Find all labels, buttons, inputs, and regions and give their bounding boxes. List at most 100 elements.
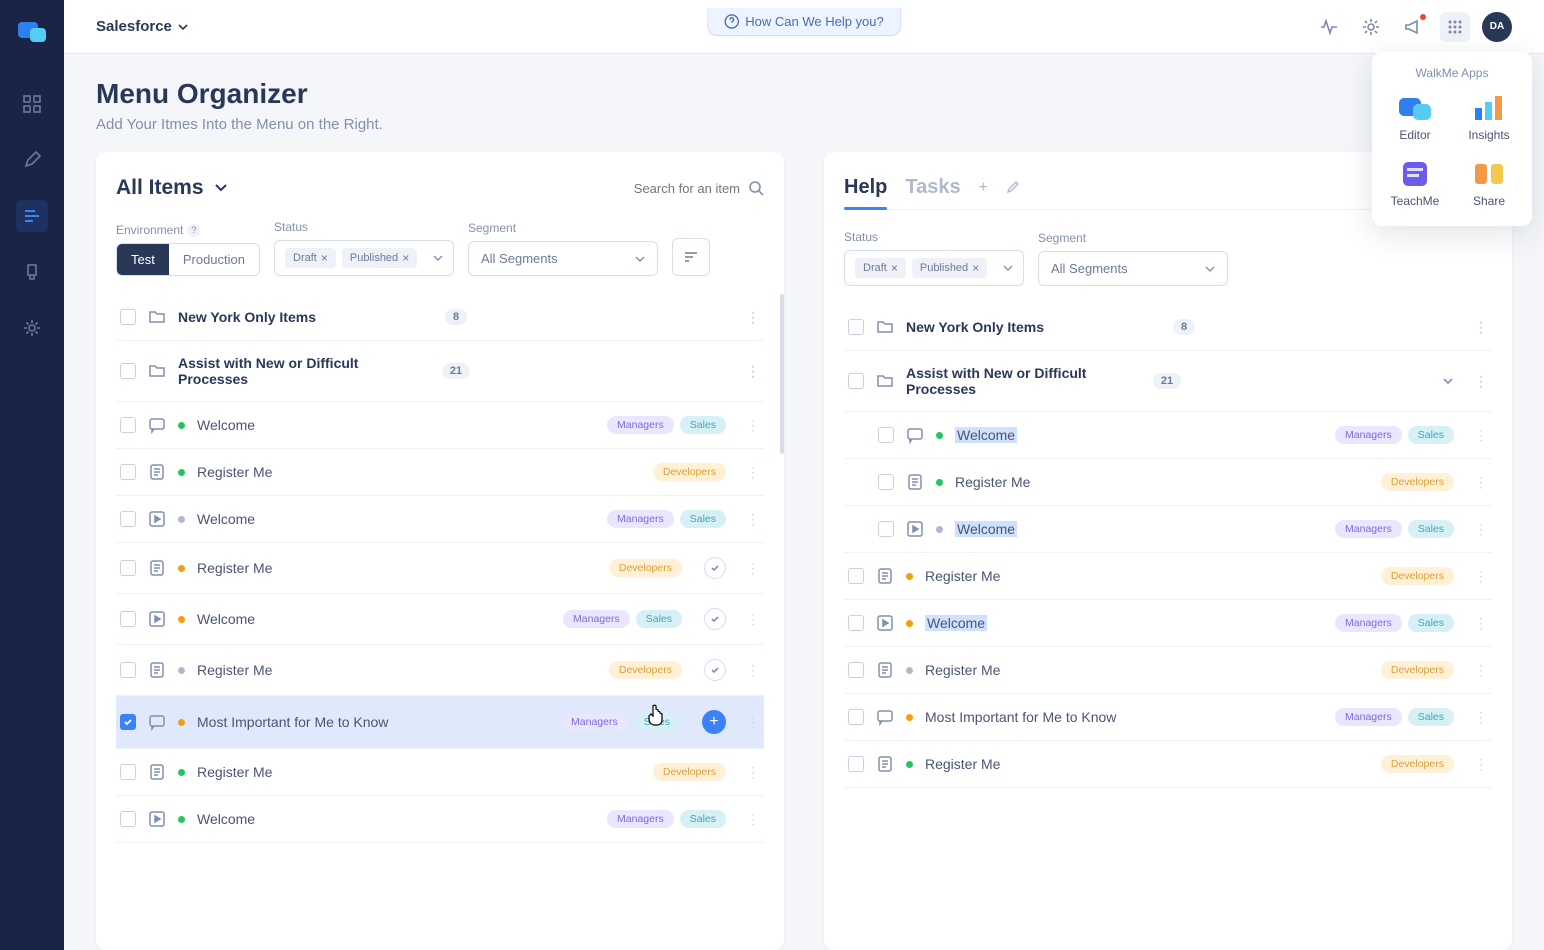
drag-handle-icon[interactable]: ⋮ — [1474, 373, 1488, 390]
apps-grid-icon[interactable] — [1440, 12, 1470, 42]
r-segment-select[interactable]: All Segments — [1038, 251, 1228, 286]
tab-add-button[interactable]: + — [979, 179, 988, 207]
folder-row[interactable]: New York Only Items8⋮ — [116, 294, 764, 341]
checkbox[interactable] — [848, 373, 864, 389]
list-item[interactable]: WelcomeManagersSales⋮ — [116, 594, 764, 645]
drag-handle-icon[interactable]: ⋮ — [746, 714, 760, 731]
gear-icon[interactable] — [1356, 12, 1386, 42]
app-selector[interactable]: Salesforce — [96, 18, 188, 35]
checkbox[interactable] — [120, 714, 136, 730]
folder-row[interactable]: Assist with New or Difficult Processes21… — [116, 341, 764, 402]
list-item[interactable]: Register MeDevelopers⋮ — [844, 647, 1492, 694]
checkbox[interactable] — [878, 427, 894, 443]
drag-handle-icon[interactable]: ⋮ — [746, 511, 760, 528]
check-circle-icon[interactable] — [704, 659, 726, 681]
status-pill-published[interactable]: Published× — [342, 248, 417, 268]
folder-row[interactable]: Assist with New or Difficult Processes21… — [844, 351, 1492, 412]
checkbox[interactable] — [848, 709, 864, 725]
scrollbar[interactable] — [780, 294, 784, 454]
checkbox[interactable] — [120, 611, 136, 627]
checkbox[interactable] — [120, 811, 136, 827]
checkbox[interactable] — [120, 363, 136, 379]
tab-edit-icon[interactable] — [1006, 181, 1019, 204]
drag-handle-icon[interactable]: ⋮ — [1474, 615, 1488, 632]
search-field[interactable] — [564, 181, 740, 196]
drag-handle-icon[interactable]: ⋮ — [1474, 709, 1488, 726]
env-test-button[interactable]: Test — [117, 244, 169, 275]
list-item[interactable]: Register MeDevelopers⋮ — [844, 741, 1492, 788]
nav-settings-icon[interactable] — [16, 312, 48, 344]
checkbox[interactable] — [120, 764, 136, 780]
list-item[interactable]: WelcomeManagersSales⋮ — [844, 600, 1492, 647]
list-item[interactable]: Register MeDevelopers⋮ — [116, 543, 764, 594]
list-item[interactable]: Register MeDevelopers⋮ — [116, 749, 764, 796]
r-status-pill-published[interactable]: Published× — [912, 258, 987, 278]
status-select[interactable]: Draft× Published× — [274, 240, 454, 276]
search-input[interactable] — [564, 180, 764, 196]
r-status-select[interactable]: Draft× Published× — [844, 250, 1024, 286]
checkbox[interactable] — [120, 464, 136, 480]
checkbox[interactable] — [848, 662, 864, 678]
list-item[interactable]: WelcomeManagersSales⋮ — [116, 402, 764, 449]
list-item[interactable]: WelcomeManagersSales⋮ — [844, 506, 1492, 553]
drag-handle-icon[interactable]: ⋮ — [1474, 474, 1488, 491]
segment-select[interactable]: All Segments — [468, 241, 658, 276]
check-circle-icon[interactable] — [704, 608, 726, 630]
user-avatar[interactable]: DA — [1482, 12, 1512, 42]
list-item[interactable]: WelcomeManagersSales⋮ — [844, 412, 1492, 459]
checkbox[interactable] — [120, 417, 136, 433]
nav-menu-icon[interactable] — [16, 200, 48, 232]
list-item[interactable]: Register MeDevelopers⋮ — [116, 645, 764, 696]
check-circle-icon[interactable] — [704, 557, 726, 579]
r-status-pill-draft[interactable]: Draft× — [855, 258, 906, 278]
drag-handle-icon[interactable]: ⋮ — [746, 464, 760, 481]
drag-handle-icon[interactable]: ⋮ — [746, 309, 760, 326]
status-pill-draft[interactable]: Draft× — [285, 248, 336, 268]
list-item[interactable]: Most Important for Me to KnowManagersSal… — [844, 694, 1492, 741]
checkbox[interactable] — [120, 511, 136, 527]
checkbox[interactable] — [848, 319, 864, 335]
folder-row[interactable]: New York Only Items8⋮ — [844, 304, 1492, 351]
drag-handle-icon[interactable]: ⋮ — [1474, 756, 1488, 773]
megaphone-icon[interactable] — [1398, 12, 1428, 42]
drag-handle-icon[interactable]: ⋮ — [746, 560, 760, 577]
list-item[interactable]: Register MeDevelopers⋮ — [116, 449, 764, 496]
tab-help[interactable]: Help — [844, 176, 887, 209]
drag-handle-icon[interactable]: ⋮ — [746, 662, 760, 679]
checkbox[interactable] — [120, 309, 136, 325]
checkbox[interactable] — [878, 474, 894, 490]
app-share[interactable]: Share — [1456, 160, 1522, 208]
drag-handle-icon[interactable]: ⋮ — [746, 811, 760, 828]
list-item[interactable]: Most Important for Me to KnowManagersSal… — [116, 696, 764, 749]
app-editor[interactable]: Editor — [1382, 94, 1448, 142]
drag-handle-icon[interactable]: ⋮ — [746, 764, 760, 781]
checkbox[interactable] — [120, 662, 136, 678]
add-button[interactable]: + — [702, 710, 726, 734]
activity-icon[interactable] — [1314, 12, 1344, 42]
checkbox[interactable] — [878, 521, 894, 537]
app-teachme[interactable]: TeachMe — [1382, 160, 1448, 208]
checkbox[interactable] — [848, 615, 864, 631]
drag-handle-icon[interactable]: ⋮ — [746, 363, 760, 380]
checkbox[interactable] — [120, 560, 136, 576]
checkbox[interactable] — [848, 756, 864, 772]
sort-button[interactable] — [672, 238, 710, 276]
list-item[interactable]: Register MeDevelopers⋮ — [844, 553, 1492, 600]
tab-tasks[interactable]: Tasks — [905, 176, 960, 209]
checkbox[interactable] — [848, 568, 864, 584]
env-prod-button[interactable]: Production — [169, 244, 259, 275]
drag-handle-icon[interactable]: ⋮ — [1474, 662, 1488, 679]
drag-handle-icon[interactable]: ⋮ — [746, 611, 760, 628]
drag-handle-icon[interactable]: ⋮ — [1474, 521, 1488, 538]
drag-handle-icon[interactable]: ⋮ — [1474, 319, 1488, 336]
drag-handle-icon[interactable]: ⋮ — [1474, 427, 1488, 444]
chevron-down-icon[interactable] — [1442, 375, 1454, 387]
drag-handle-icon[interactable]: ⋮ — [746, 417, 760, 434]
app-insights[interactable]: Insights — [1456, 94, 1522, 142]
drag-handle-icon[interactable]: ⋮ — [1474, 568, 1488, 585]
list-item[interactable]: WelcomeManagersSales⋮ — [116, 496, 764, 543]
list-item[interactable]: Register MeDevelopers⋮ — [844, 459, 1492, 506]
all-items-title[interactable]: All Items — [116, 176, 228, 200]
nav-edit-icon[interactable] — [16, 144, 48, 176]
nav-brush-icon[interactable] — [16, 256, 48, 288]
